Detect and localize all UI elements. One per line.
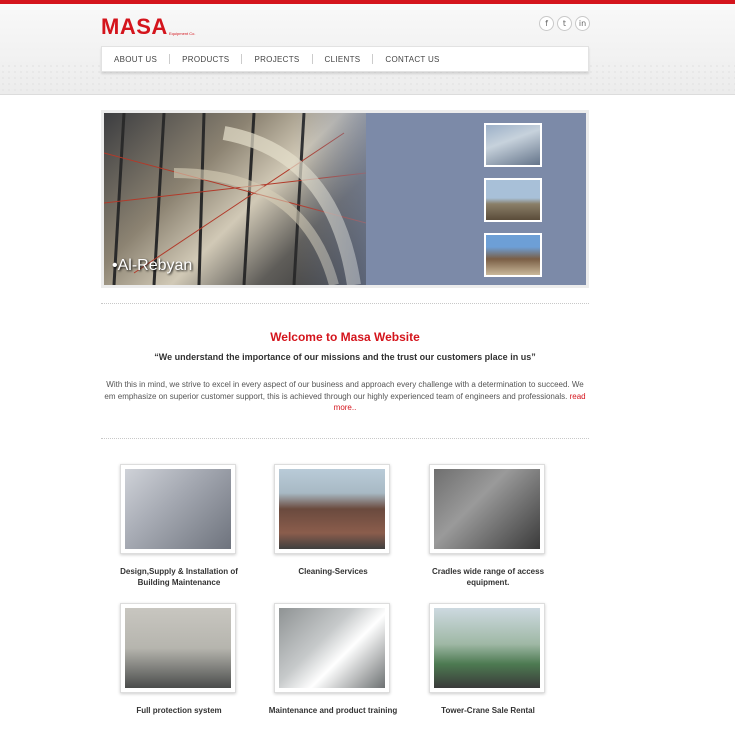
- social-links: f t in: [539, 16, 590, 31]
- main-nav: ABOUT US PRODUCTS PROJECTS CLIENTS CONTA…: [101, 46, 589, 72]
- service-image: [434, 608, 540, 688]
- twitter-icon[interactable]: t: [557, 16, 572, 31]
- service-label[interactable]: Design,Supply & Installation of Building…: [114, 566, 244, 588]
- section-divider: [101, 303, 589, 304]
- welcome-body: With this in mind, we strive to excel in…: [101, 379, 589, 414]
- service-card[interactable]: [120, 603, 236, 693]
- welcome-title: Welcome to Masa Website: [270, 330, 420, 344]
- image-slider[interactable]: •Al-Rebyan: [101, 110, 589, 288]
- section-divider: [101, 438, 589, 439]
- service-card[interactable]: [429, 603, 545, 693]
- service-image: [279, 469, 385, 549]
- slide-fade: [294, 113, 414, 285]
- service-card[interactable]: [120, 464, 236, 554]
- nav-contact-us[interactable]: CONTACT US: [385, 55, 439, 64]
- nav-products[interactable]: PRODUCTS: [182, 55, 229, 64]
- welcome-quote: “We understand the importance of our mis…: [154, 352, 536, 362]
- service-image: [125, 469, 231, 549]
- nav-about-us[interactable]: ABOUT US: [114, 55, 157, 64]
- service-label[interactable]: Tower-Crane Sale Rental: [423, 705, 553, 716]
- slide-caption: •Al-Rebyan: [112, 257, 193, 274]
- linkedin-icon[interactable]: in: [575, 16, 590, 31]
- nav-separator: [372, 54, 374, 64]
- service-label[interactable]: Full protection system: [114, 705, 244, 716]
- service-card[interactable]: [429, 464, 545, 554]
- service-card[interactable]: [274, 464, 390, 554]
- service-label[interactable]: Maintenance and product training: [268, 705, 398, 716]
- nav-separator: [311, 54, 313, 64]
- slider-thumbnail-2[interactable]: [484, 178, 542, 222]
- service-image: [279, 608, 385, 688]
- nav-separator: [241, 54, 243, 64]
- service-label[interactable]: Cleaning-Services: [268, 566, 398, 577]
- service-card[interactable]: [274, 603, 390, 693]
- logo-tagline: Equipment Co.: [169, 31, 196, 36]
- facebook-icon[interactable]: f: [539, 16, 554, 31]
- slider-thumbnail-1[interactable]: [484, 123, 542, 167]
- site-logo[interactable]: MASA: [101, 14, 168, 40]
- service-label[interactable]: Cradles wide range of access equipment.: [423, 566, 553, 588]
- nav-clients[interactable]: CLIENTS: [325, 55, 361, 64]
- nav-projects[interactable]: PROJECTS: [254, 55, 299, 64]
- service-image: [125, 608, 231, 688]
- nav-separator: [169, 54, 171, 64]
- service-image: [434, 469, 540, 549]
- slider-thumbnail-3[interactable]: [484, 233, 542, 277]
- welcome-body-text: With this in mind, we strive to excel in…: [104, 380, 584, 401]
